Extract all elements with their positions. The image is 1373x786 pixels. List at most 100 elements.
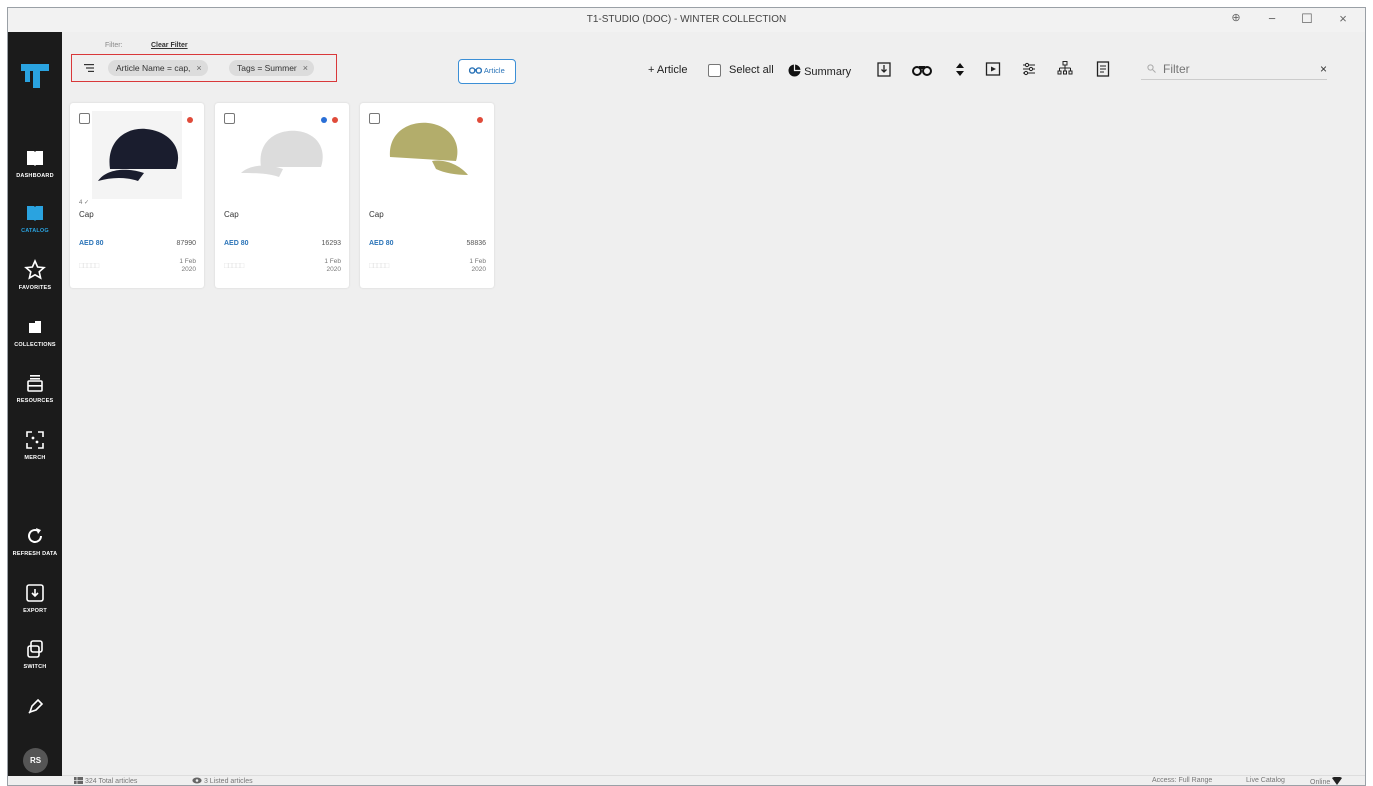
select-all-label[interactable]: Select all (729, 64, 774, 76)
dashboard-book-icon (27, 151, 43, 166)
total-articles: 324 Total articles (74, 777, 137, 785)
date-line: 2020 (326, 266, 341, 273)
sidebar-item-collections[interactable]: COLLECTIONS (8, 316, 62, 348)
cap-image (92, 111, 182, 199)
export-icon (26, 584, 44, 602)
article-date: 1 Feb 2020 (456, 258, 486, 274)
select-all-checkbox[interactable] (708, 64, 721, 77)
article-name: Cap (369, 210, 384, 219)
summary-button[interactable]: Summary (788, 64, 851, 78)
app-window: T1-STUDIO (DOC) - WINTER COLLECTION ⊕ − … (7, 7, 1366, 786)
sidebar-item-resources[interactable]: RESOURCES (8, 372, 62, 404)
filter-search: × (1141, 58, 1327, 80)
sidebar-item-dashboard[interactable]: DASHBOARD (8, 147, 62, 179)
filter-lines-icon[interactable] (82, 61, 96, 75)
minimize-button[interactable]: − (1263, 11, 1281, 26)
article-card[interactable]: 4 ✓ Cap AED 80 87990 □□□□□ 1 Feb 2020 (70, 103, 204, 288)
article-number: 87990 (176, 240, 196, 247)
clear-filter-link[interactable]: Clear Filter (151, 42, 188, 49)
sidebar-item-label: MERCH (24, 455, 46, 461)
binoculars-icon[interactable] (912, 60, 932, 78)
summary-label: Summary (804, 66, 852, 78)
filter-label: Filter: (105, 42, 123, 49)
date-line: 2020 (471, 266, 486, 273)
online-text: Online (1310, 779, 1331, 786)
maximize-button[interactable]: ☐ (1298, 11, 1316, 27)
t1-logo-icon[interactable] (19, 62, 51, 90)
sidebar-item-switch[interactable]: SWITCH (8, 638, 62, 670)
binoculars-icon (469, 67, 483, 74)
sort-icon[interactable] (952, 60, 968, 78)
close-button[interactable]: × (1334, 11, 1352, 26)
sidebar-item-label: DASHBOARD (16, 173, 54, 179)
zoom-icon[interactable]: ⊕ (1227, 11, 1245, 24)
add-article-button[interactable]: + Article (648, 64, 687, 76)
sidebar-item-label: REFRESH DATA (12, 551, 58, 557)
article-view-toggle[interactable]: Article (458, 59, 516, 84)
article-price: AED 80 (79, 240, 104, 247)
cap-image (241, 130, 323, 177)
article-date: 1 Feb 2020 (166, 258, 196, 274)
sidebar-item-label: RESOURCES (16, 398, 54, 404)
resources-tray-icon (27, 375, 43, 392)
article-card[interactable]: Cap AED 80 16293 □□□□□ 1 Feb 2020 (215, 103, 349, 288)
chip-text: Tags = Summer (237, 63, 297, 73)
wifi-icon (1332, 776, 1343, 785)
color-dot (187, 117, 193, 123)
document-icon[interactable] (1095, 60, 1111, 78)
chip-remove-icon[interactable]: × (303, 63, 308, 73)
notifications-button[interactable] (8, 696, 62, 718)
sidebar-item-label: CATALOG (21, 228, 49, 234)
rating[interactable]: □□□□□ (224, 261, 244, 270)
active-filters: Article Name = cap, × Tags = Summer × (71, 54, 337, 82)
search-icon (1147, 64, 1156, 73)
clear-search-icon[interactable]: × (1320, 62, 1327, 76)
hierarchy-icon[interactable] (1057, 60, 1073, 78)
article-view-label: Article (483, 66, 505, 75)
catalog-status: Live Catalog (1246, 777, 1285, 784)
switch-icon (27, 640, 43, 658)
date-line: 1 Feb (179, 258, 196, 265)
play-box-icon[interactable] (985, 60, 1001, 78)
total-articles-text: 324 Total articles (84, 778, 138, 785)
title-bar: T1-STUDIO (DOC) - WINTER COLLECTION ⊕ − … (8, 8, 1365, 32)
card-checkbox[interactable] (79, 113, 90, 124)
merch-frame-icon (26, 431, 44, 449)
access-status: Access: Full Range (1152, 777, 1213, 784)
sidebar-item-export[interactable]: EXPORT (8, 582, 62, 614)
pie-chart-icon (788, 64, 801, 77)
status-bar: 324 Total articles 3 Listed articles Acc… (62, 775, 1365, 786)
sidebar-item-favorites[interactable]: FAVORITES (8, 259, 62, 291)
sidebar-item-label: COLLECTIONS (14, 342, 56, 348)
article-card[interactable]: Cap AED 80 58836 □□□□□ 1 Feb 2020 (360, 103, 494, 288)
sidebar-item-refresh-data[interactable]: REFRESH DATA (8, 525, 62, 557)
sidebar-item-label: SWITCH (23, 664, 47, 670)
filter-chip-article-name[interactable]: Article Name = cap, × (108, 60, 208, 76)
article-date: 1 Feb 2020 (311, 258, 341, 274)
filter-chip-tags[interactable]: Tags = Summer × (229, 60, 315, 76)
date-line: 1 Feb (324, 258, 341, 265)
search-input[interactable] (1163, 60, 1293, 78)
download-box-icon[interactable] (876, 60, 892, 78)
variant-badge: 4 ✓ (79, 200, 90, 206)
article-price: AED 80 (369, 240, 394, 247)
color-dot (477, 117, 483, 123)
rating[interactable]: □□□□□ (79, 261, 99, 270)
sidebar: DASHBOARD CATALOG FAVORITES COLLECTIONS … (8, 32, 62, 776)
sidebar-item-merch[interactable]: MERCH (8, 429, 62, 461)
card-checkbox[interactable] (224, 113, 235, 124)
avatar[interactable]: RS (23, 748, 48, 773)
chip-remove-icon[interactable]: × (196, 63, 201, 73)
sliders-icon[interactable] (1021, 60, 1037, 78)
rating[interactable]: □□□□□ (369, 261, 389, 270)
eye-icon (192, 777, 202, 784)
refresh-icon (28, 528, 42, 543)
card-checkbox[interactable] (369, 113, 380, 124)
sidebar-item-label: EXPORT (23, 608, 47, 614)
chip-text: Article Name = cap, (116, 63, 191, 73)
cap-image (389, 122, 468, 175)
bell-icon (28, 698, 44, 714)
article-number: 58836 (466, 240, 486, 247)
sidebar-item-label: FAVORITES (18, 285, 52, 291)
sidebar-item-catalog[interactable]: CATALOG (8, 202, 62, 234)
